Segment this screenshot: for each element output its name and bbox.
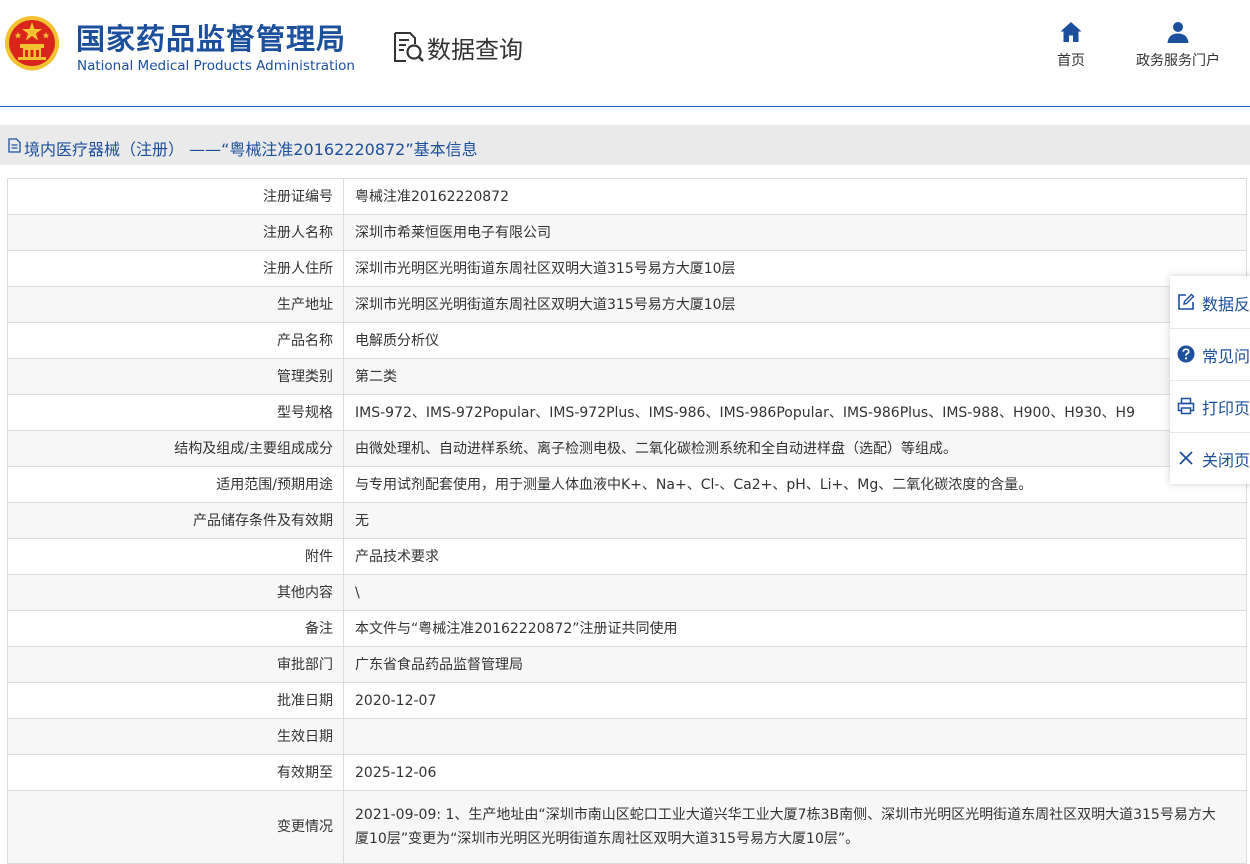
edit-icon — [1178, 293, 1195, 310]
header-divider — [0, 106, 1250, 107]
field-value — [343, 718, 1247, 755]
field-label: 批准日期 — [7, 682, 344, 719]
table-row: 结构及组成/主要组成成分 由微处理机、自动进样系统、离子检测电极、二氧化碳检测系统… — [7, 430, 1247, 467]
field-value: 2020-12-07 — [343, 682, 1247, 719]
close-page-button[interactable]: 关闭页 — [1170, 432, 1250, 484]
feedback-button[interactable]: 数据反 — [1170, 276, 1250, 329]
nav-home-label: 首页 — [1057, 53, 1085, 69]
field-label: 生产地址 — [7, 286, 344, 323]
field-value: 与专用试剂配套使用，用于测量人体血液中K+、Na+、Cl-、Ca2+、pH、Li… — [343, 466, 1247, 503]
table-row: 型号规格 IMS-972、IMS-972Popular、IMS-972Plus、I… — [7, 394, 1247, 431]
table-row: 有效期至 2025-12-06 — [7, 754, 1247, 791]
help-icon — [1177, 345, 1195, 363]
faq-label: 常见问 — [1202, 347, 1250, 366]
field-value: 由微处理机、自动进样系统、离子检测电极、二氧化碳检测系统和全自动进样盘（选配）等… — [343, 430, 1247, 467]
table-row: 批准日期 2020-12-07 — [7, 682, 1247, 719]
faq-button[interactable]: 常见问 — [1170, 328, 1250, 381]
field-value: 深圳市光明区光明街道东周社区双明大道315号易方大厦10层 — [343, 250, 1247, 287]
table-row: 注册人名称 深圳市希莱恒医用电子有限公司 — [7, 214, 1247, 251]
field-value: 第二类 — [343, 358, 1247, 395]
field-label: 生效日期 — [7, 718, 344, 755]
table-row: 备注 本文件与“粤械注准20162220872”注册证共同使用 — [7, 610, 1247, 647]
field-label: 注册人名称 — [7, 214, 344, 251]
field-label: 结构及组成/主要组成成分 — [7, 430, 344, 467]
field-label: 型号规格 — [7, 394, 344, 431]
field-label: 变更情况 — [7, 790, 344, 864]
section-title: 数据查询 — [427, 36, 523, 64]
field-label: 审批部门 — [7, 646, 344, 683]
table-row: 产品名称 电解质分析仪 — [7, 322, 1247, 359]
table-row: 注册证编号 粤械注准20162220872 — [7, 178, 1247, 215]
close-page-label: 关闭页 — [1202, 451, 1250, 470]
table-row: 其他内容 \ — [7, 574, 1247, 611]
field-label: 注册证编号 — [7, 178, 344, 215]
field-label: 产品名称 — [7, 322, 344, 359]
field-value: 2025-12-06 — [343, 754, 1247, 791]
logo-title-cn: 国家药品监督管理局 — [76, 22, 347, 56]
field-label: 适用范围/预期用途 — [7, 466, 344, 503]
print-icon — [1177, 397, 1195, 415]
registration-info-table: 注册证编号 粤械注准20162220872 注册人名称 深圳市希莱恒医用电子有限公司注… — [7, 178, 1247, 864]
field-value: 产品技术要求 — [343, 538, 1247, 575]
table-row: 附件 产品技术要求 — [7, 538, 1247, 575]
table-row: 审批部门 广东省食品药品监督管理局 — [7, 646, 1247, 683]
nav-portal-link[interactable]: 政务服务门户 — [1124, 20, 1232, 70]
field-value: 广东省食品药品监督管理局 — [343, 646, 1247, 683]
field-label: 附件 — [7, 538, 344, 575]
field-label: 注册人住所 — [7, 250, 344, 287]
field-label: 其他内容 — [7, 574, 344, 611]
table-row: 生效日期 — [7, 718, 1247, 755]
field-value: IMS-972、IMS-972Popular、IMS-972Plus、IMS-9… — [343, 394, 1247, 431]
table-row: 适用范围/预期用途 与专用试剂配套使用，用于测量人体血液中K+、Na+、Cl-、C… — [7, 466, 1247, 503]
table-row: 变更情况 2021-09-09: 1、生产地址由“深圳市南山区蛇口工业大道兴华工业… — [7, 790, 1247, 864]
nav-portal-label: 政务服务门户 — [1136, 53, 1220, 69]
table-row: 注册人住所 深圳市光明区光明街道东周社区双明大道315号易方大厦10层 — [7, 250, 1247, 287]
home-icon — [1060, 22, 1082, 42]
feedback-label: 数据反 — [1202, 295, 1250, 314]
table-row: 产品储存条件及有效期无 — [7, 502, 1247, 539]
user-icon — [1167, 22, 1189, 43]
data-query-icon — [394, 32, 424, 62]
field-value: 电解质分析仪 — [343, 322, 1247, 359]
field-label: 有效期至 — [7, 754, 344, 791]
field-value: 本文件与“粤械注准20162220872”注册证共同使用 — [343, 610, 1247, 647]
document-icon — [8, 138, 21, 153]
field-value: 粤械注准20162220872 — [343, 178, 1247, 215]
nav-home-link[interactable]: 首页 — [1050, 20, 1092, 70]
field-value: 深圳市光明区光明街道东周社区双明大道315号易方大厦10层 — [343, 286, 1247, 323]
table-row: 生产地址 深圳市光明区光明街道东周社区双明大道315号易方大厦10层 — [7, 286, 1247, 323]
logo-title-en: National Medical Products Administration — [77, 58, 355, 74]
field-value: 2021-09-09: 1、生产地址由“深圳市南山区蛇口工业大道兴华工业大厦7栋… — [343, 790, 1247, 864]
national-emblem-icon — [5, 16, 59, 71]
table-row: 管理类别 第二类 — [7, 358, 1247, 395]
field-value: 无 — [343, 502, 1247, 539]
floating-side-panel: 数据反 常见问 打印页 关闭页 — [1170, 276, 1250, 484]
site-header: 国家药品监督管理局 National Medical Products Admi… — [0, 0, 1250, 106]
field-label: 产品储存条件及有效期 — [7, 502, 344, 539]
page-title: 境内医疗器械（注册） ——“粤械注准20162220872”基本信息 — [24, 140, 478, 159]
page-title-bar: 境内医疗器械（注册） ——“粤械注准20162220872”基本信息 — [0, 125, 1250, 165]
field-label: 管理类别 — [7, 358, 344, 395]
close-icon — [1179, 451, 1193, 465]
field-value: \ — [343, 574, 1247, 611]
print-label: 打印页 — [1202, 399, 1250, 418]
print-button[interactable]: 打印页 — [1170, 380, 1250, 433]
field-label: 备注 — [7, 610, 344, 647]
field-value: 深圳市希莱恒医用电子有限公司 — [343, 214, 1247, 251]
